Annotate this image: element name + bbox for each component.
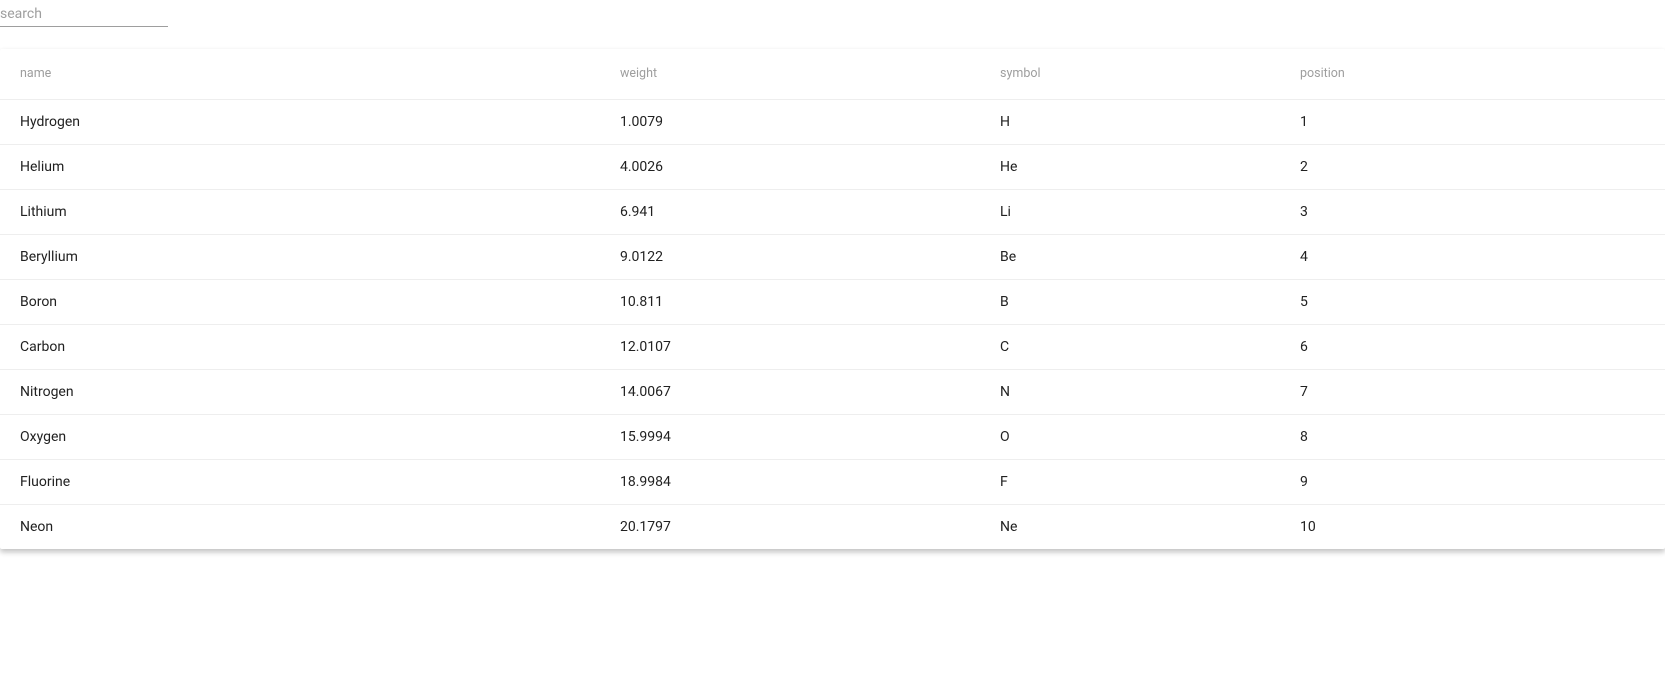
table-row[interactable]: Fluorine18.9984F9 bbox=[0, 459, 1665, 504]
table-row[interactable]: Helium4.0026He2 bbox=[0, 144, 1665, 189]
cell-name: Carbon bbox=[0, 324, 600, 369]
cell-weight: 15.9994 bbox=[600, 414, 980, 459]
cell-position: 9 bbox=[1280, 459, 1665, 504]
cell-symbol: B bbox=[980, 279, 1280, 324]
table-row[interactable]: Oxygen15.9994O8 bbox=[0, 414, 1665, 459]
cell-position: 1 bbox=[1280, 99, 1665, 144]
cell-weight: 18.9984 bbox=[600, 459, 980, 504]
column-header-symbol[interactable]: symbol bbox=[980, 49, 1280, 99]
elements-table-container: name weight symbol position Hydrogen1.00… bbox=[0, 49, 1665, 549]
cell-symbol: C bbox=[980, 324, 1280, 369]
cell-symbol: He bbox=[980, 144, 1280, 189]
table-row[interactable]: Beryllium9.0122Be4 bbox=[0, 234, 1665, 279]
table-row[interactable]: Nitrogen14.0067N7 bbox=[0, 369, 1665, 414]
cell-name: Nitrogen bbox=[0, 369, 600, 414]
cell-symbol: N bbox=[980, 369, 1280, 414]
cell-symbol: Li bbox=[980, 189, 1280, 234]
cell-weight: 12.0107 bbox=[600, 324, 980, 369]
cell-name: Oxygen bbox=[0, 414, 600, 459]
elements-table: name weight symbol position Hydrogen1.00… bbox=[0, 49, 1665, 549]
cell-name: Helium bbox=[0, 144, 600, 189]
cell-weight: 14.0067 bbox=[600, 369, 980, 414]
cell-weight: 1.0079 bbox=[600, 99, 980, 144]
cell-name: Boron bbox=[0, 279, 600, 324]
table-row[interactable]: Carbon12.0107C6 bbox=[0, 324, 1665, 369]
column-header-weight[interactable]: weight bbox=[600, 49, 980, 99]
cell-weight: 6.941 bbox=[600, 189, 980, 234]
cell-symbol: F bbox=[980, 459, 1280, 504]
column-header-position[interactable]: position bbox=[1280, 49, 1665, 99]
cell-position: 5 bbox=[1280, 279, 1665, 324]
table-header-row: name weight symbol position bbox=[0, 49, 1665, 99]
table-row[interactable]: Lithium6.941Li3 bbox=[0, 189, 1665, 234]
cell-position: 2 bbox=[1280, 144, 1665, 189]
cell-symbol: H bbox=[980, 99, 1280, 144]
cell-weight: 9.0122 bbox=[600, 234, 980, 279]
table-row[interactable]: Boron10.811B5 bbox=[0, 279, 1665, 324]
cell-weight: 20.1797 bbox=[600, 504, 980, 549]
table-row[interactable]: Hydrogen1.0079H1 bbox=[0, 99, 1665, 144]
cell-position: 8 bbox=[1280, 414, 1665, 459]
cell-name: Lithium bbox=[0, 189, 600, 234]
cell-position: 7 bbox=[1280, 369, 1665, 414]
cell-position: 4 bbox=[1280, 234, 1665, 279]
table-row[interactable]: Neon20.1797Ne10 bbox=[0, 504, 1665, 549]
cell-symbol: O bbox=[980, 414, 1280, 459]
cell-name: Beryllium bbox=[0, 234, 600, 279]
cell-position: 10 bbox=[1280, 504, 1665, 549]
cell-weight: 4.0026 bbox=[600, 144, 980, 189]
cell-name: Hydrogen bbox=[0, 99, 600, 144]
cell-symbol: Ne bbox=[980, 504, 1280, 549]
cell-position: 3 bbox=[1280, 189, 1665, 234]
cell-name: Fluorine bbox=[0, 459, 600, 504]
cell-position: 6 bbox=[1280, 324, 1665, 369]
cell-weight: 10.811 bbox=[600, 279, 980, 324]
cell-name: Neon bbox=[0, 504, 600, 549]
cell-symbol: Be bbox=[980, 234, 1280, 279]
search-input[interactable] bbox=[0, 0, 168, 27]
column-header-name[interactable]: name bbox=[0, 49, 600, 99]
